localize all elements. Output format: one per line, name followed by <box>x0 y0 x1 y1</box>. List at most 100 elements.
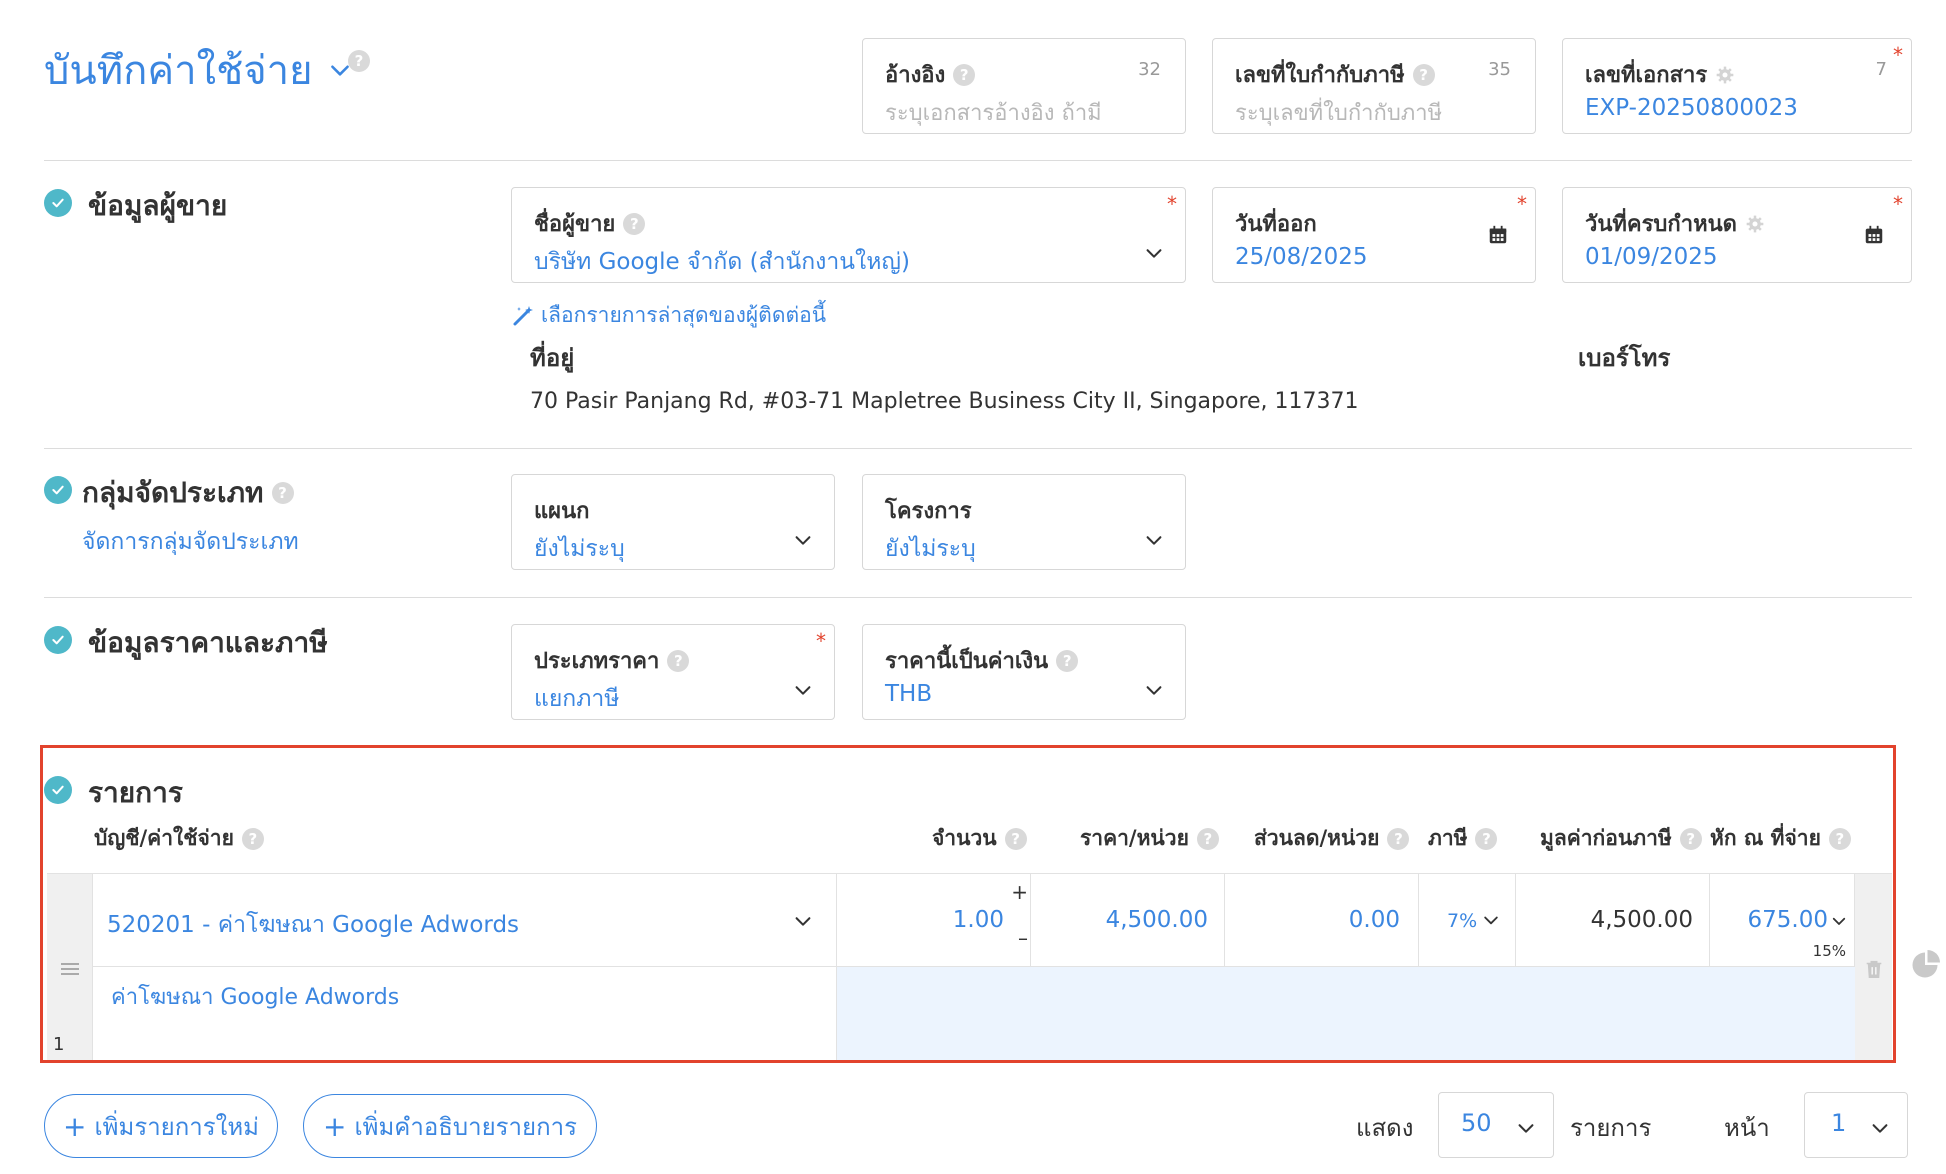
help-icon[interactable]: ? <box>348 50 370 72</box>
row-handle[interactable]: 1 <box>47 874 93 1060</box>
row-actions <box>1855 874 1892 1060</box>
chevron-down-icon[interactable] <box>1143 679 1165 701</box>
page-title[interactable]: บันทึกค่าใช้จ่าย <box>44 38 353 102</box>
tax-invoice-field[interactable]: เลขที่ใบกำกับภาษี? 35 ระบุเลขที่ใบกำกับภ… <box>1212 38 1536 134</box>
department-value[interactable]: ยังไม่ระบุ <box>534 531 625 567</box>
doc-number-label: เลขที่เอกสาร <box>1585 63 1708 88</box>
drag-handle-icon[interactable] <box>58 957 82 981</box>
doc-number-counter: 7 <box>1875 59 1887 80</box>
chevron-down-icon[interactable] <box>1830 912 1848 930</box>
chevron-down-icon[interactable] <box>1869 1117 1891 1139</box>
chevron-down-icon[interactable] <box>1515 1117 1537 1139</box>
account-value[interactable]: 520201 - ค่าโฆษณา Google Adwords <box>107 907 519 943</box>
description-value[interactable]: ค่าโฆษณา Google Adwords <box>111 979 399 1014</box>
reference-placeholder[interactable]: ระบุเอกสารอ้างอิง ถ้ามี <box>885 95 1102 130</box>
chevron-down-icon[interactable] <box>1481 910 1501 930</box>
manage-category-link[interactable]: จัดการกลุ่มจัดประเภท <box>82 524 299 560</box>
unit-price-cell[interactable]: 4,500.00 <box>1031 874 1225 967</box>
divider <box>44 160 1912 161</box>
column-label: ราคา/หน่วย <box>1080 826 1189 850</box>
price-type-label: ประเภทราคา <box>534 649 660 674</box>
chevron-down-icon[interactable] <box>792 529 814 551</box>
help-icon[interactable]: ? <box>1004 827 1027 850</box>
issue-date-field[interactable]: วันที่ออก * 25/08/2025 <box>1212 187 1536 283</box>
required-marker: * <box>1893 43 1903 67</box>
recent-items-link[interactable]: เลือกรายการล่าสุดของผู้ติดต่อนี้ <box>511 299 826 332</box>
chevron-down-icon[interactable] <box>792 910 814 932</box>
description-fill <box>837 967 1855 1060</box>
due-date-value[interactable]: 01/09/2025 <box>1585 244 1718 270</box>
help-icon[interactable]: ? <box>241 827 264 850</box>
price-type-value[interactable]: แยกภาษี <box>534 681 619 717</box>
column-header-quantity: จำนวน? <box>932 822 1027 855</box>
page-size-value[interactable]: 50 <box>1461 1109 1492 1137</box>
currency-select[interactable]: ราคานี้เป็นค่าเงิน? THB <box>862 624 1186 720</box>
withholding-cell[interactable]: 675.00 15% <box>1710 874 1855 967</box>
doc-number-value[interactable]: EXP-20250800023 <box>1585 95 1798 121</box>
gear-icon[interactable] <box>1715 65 1735 85</box>
chevron-down-icon[interactable] <box>1143 242 1165 264</box>
quantity-cell[interactable]: 1.00 + – <box>837 874 1031 967</box>
description-cell[interactable]: ค่าโฆษณา Google Adwords <box>93 967 837 1060</box>
decrement-button[interactable]: – <box>1018 926 1028 950</box>
issue-date-value[interactable]: 25/08/2025 <box>1235 244 1368 270</box>
tax-invoice-label: เลขที่ใบกำกับภาษี <box>1235 63 1405 88</box>
doc-number-field[interactable]: เลขที่เอกสาร 7 * EXP-20250800023 <box>1562 38 1912 134</box>
project-value[interactable]: ยังไม่ระบุ <box>885 531 976 567</box>
required-marker: * <box>1167 192 1177 216</box>
reference-label: อ้างอิง <box>885 63 946 88</box>
show-label: แสดง <box>1356 1114 1414 1142</box>
vendor-section-title: ข้อมูลผู้ขาย <box>88 189 228 222</box>
vendor-name-field[interactable]: ชื่อผู้ขาย? * บริษัท Google จำกัด (สำนัก… <box>511 187 1186 283</box>
page-number-select[interactable]: 1 <box>1804 1092 1908 1158</box>
help-icon[interactable]: ? <box>1056 649 1079 672</box>
column-header-withholding: หัก ณ ที่จ่าย? <box>1710 822 1851 855</box>
help-icon[interactable]: ? <box>1387 827 1410 850</box>
help-icon[interactable]: ? <box>1412 63 1435 86</box>
tax-value[interactable]: 7% <box>1447 910 1477 932</box>
discount-cell[interactable]: 0.00 <box>1225 874 1419 967</box>
increment-button[interactable]: + <box>1011 880 1028 904</box>
chevron-down-icon[interactable] <box>792 679 814 701</box>
currency-value[interactable]: THB <box>885 681 932 707</box>
add-item-button[interactable]: + เพิ่มรายการใหม่ <box>44 1094 278 1158</box>
address-label: ที่อยู่ <box>530 344 575 372</box>
help-icon[interactable]: ? <box>1679 827 1702 850</box>
withholding-value[interactable]: 675.00 <box>1748 907 1828 933</box>
calendar-icon[interactable] <box>1863 224 1885 246</box>
vendor-name-value[interactable]: บริษัท Google จำกัด (สำนักงานใหญ่) <box>534 244 910 280</box>
trash-icon[interactable] <box>1863 957 1885 981</box>
check-icon <box>44 776 72 804</box>
price-type-select[interactable]: ประเภทราคา? * แยกภาษี <box>511 624 835 720</box>
required-marker: * <box>1893 192 1903 216</box>
unit-price-value[interactable]: 4,500.00 <box>1106 907 1208 933</box>
department-label: แผนก <box>534 499 590 524</box>
due-date-label: วันที่ครบกำหนด <box>1585 212 1737 237</box>
page-size-select[interactable]: 50 <box>1438 1092 1554 1158</box>
gear-icon[interactable] <box>1745 214 1765 234</box>
help-icon[interactable]: ? <box>667 649 690 672</box>
due-date-field[interactable]: วันที่ครบกำหนด * 01/09/2025 <box>1562 187 1912 283</box>
chevron-down-icon[interactable] <box>1143 529 1165 551</box>
account-cell[interactable]: 520201 - ค่าโฆษณา Google Adwords <box>93 874 837 967</box>
help-icon[interactable]: ? <box>623 212 646 235</box>
tax-invoice-counter: 35 <box>1488 59 1511 80</box>
calendar-icon[interactable] <box>1487 224 1509 246</box>
check-icon <box>44 189 72 217</box>
help-icon[interactable]: ? <box>1828 827 1851 850</box>
discount-value[interactable]: 0.00 <box>1349 907 1400 933</box>
help-icon[interactable]: ? <box>1475 827 1498 850</box>
help-icon[interactable]: ? <box>953 63 976 86</box>
tax-invoice-placeholder[interactable]: ระบุเลขที่ใบกำกับภาษี <box>1235 95 1442 130</box>
help-icon[interactable]: ? <box>1196 827 1219 850</box>
plus-icon: + <box>63 1109 87 1143</box>
tax-cell[interactable]: 7% <box>1419 874 1516 967</box>
reference-field[interactable]: อ้างอิง? 32 ระบุเอกสารอ้างอิง ถ้ามี <box>862 38 1186 134</box>
department-select[interactable]: แผนก ยังไม่ระบุ <box>511 474 835 570</box>
page-number-value[interactable]: 1 <box>1831 1109 1846 1137</box>
pie-chart-icon[interactable] <box>1910 950 1940 980</box>
quantity-value[interactable]: 1.00 <box>953 907 1004 933</box>
add-description-button[interactable]: + เพิ่มคำอธิบายรายการ <box>303 1094 597 1158</box>
help-icon[interactable]: ? <box>271 482 294 504</box>
project-select[interactable]: โครงการ ยังไม่ระบุ <box>862 474 1186 570</box>
